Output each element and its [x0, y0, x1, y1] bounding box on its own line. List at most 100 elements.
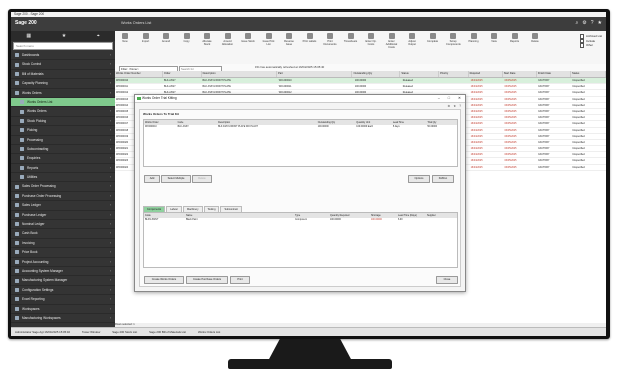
sidebar-item[interactable]: Excel Reporting ›	[11, 295, 115, 305]
gear-icon[interactable]: ⚙	[582, 20, 586, 26]
pin-icon[interactable]: ⌖	[97, 33, 100, 39]
sidebar-item[interactable]: Project Accounting ›	[11, 258, 115, 267]
settings-icon[interactable]: ⚙	[448, 104, 451, 108]
sidebar-item[interactable]: Configuration Settings ›	[11, 286, 115, 296]
grid-column-header[interactable]: Priority	[439, 71, 469, 77]
sidebar-item[interactable]: Works Orders ›	[11, 89, 115, 98]
ribbon-button-issue-stock[interactable]: Issue Stock	[241, 33, 255, 43]
ribbon-button-label: Enter Additional Costs	[385, 40, 398, 49]
ribbon-button-complete[interactable]: Complete	[426, 33, 440, 43]
sidebar-item[interactable]: Utilities ›	[11, 173, 115, 183]
sidebar-item[interactable]: Nominal Ledger ›	[11, 220, 115, 230]
close-icon[interactable]: ✕	[458, 95, 461, 102]
search-icon[interactable]: ⌕	[575, 20, 578, 26]
sidebar-item[interactable]: Invoicing ›	[11, 239, 115, 249]
sidebar-item[interactable]: Dashboards ›	[11, 51, 115, 61]
sidebar-item[interactable]: Sales Order Processing ›	[11, 182, 115, 192]
active-tab-label[interactable]: Works Orders List	[121, 21, 151, 25]
ribbon-button-timesheets[interactable]: Timesheets	[344, 33, 358, 43]
sidebar-item[interactable]: Stock Picking ›	[11, 117, 115, 127]
table-cell: Unspecified	[572, 109, 585, 113]
select-multiple-button[interactable]: Select Multiple	[161, 175, 191, 183]
sidebar-item[interactable]: Subcontracting ›	[11, 145, 115, 155]
grid-column-header[interactable]: Required	[469, 71, 503, 77]
sidebar-item[interactable]: Picking ›	[11, 126, 115, 136]
ribbon-button-print-documents[interactable]: Print Documents	[323, 33, 337, 46]
grid-column-header[interactable]: Start Date	[503, 71, 537, 77]
sidebar-item[interactable]: Manufacturing Workspaces ›	[11, 314, 115, 324]
grid-column-header[interactable]: Works Order Number	[115, 71, 163, 77]
ribbon-button-copy[interactable]: Copy	[180, 33, 194, 43]
ribbon-button-delete[interactable]: Delete	[528, 33, 542, 43]
ribbon-button-view[interactable]: View	[487, 33, 501, 43]
sidebar-item[interactable]: Workspaces ›	[11, 305, 115, 314]
sidebar-item[interactable]: Cash Book ›	[11, 229, 115, 239]
sidebar-item-label: Sales Order Processing	[22, 184, 56, 189]
star-icon[interactable]: ★	[453, 104, 456, 108]
taskbar-item[interactable]: Tower Window	[82, 328, 100, 336]
trial-kit-row[interactable]: WO000010 BLK-ASSY BLK ASSY-FRONT PLATE WO …	[144, 125, 457, 130]
minimize-icon[interactable]: –	[438, 95, 440, 102]
sidebar-item[interactable]: Sales Ledger ›	[11, 201, 115, 211]
component-row[interactable]: BLKN-PAINT Black Paint Component 100.00000 1…	[144, 218, 457, 223]
delete-button[interactable]: Delete	[192, 175, 212, 183]
grid-column-header[interactable]: Status	[571, 71, 606, 77]
sidebar-item[interactable]: Manufacturing System Manager ›	[11, 276, 115, 286]
close-button[interactable]: Close	[436, 276, 458, 284]
ribbon-button-import[interactable]: Import	[139, 33, 153, 43]
sidebar-item[interactable]: Purchase Ledger ›	[11, 211, 115, 221]
ribbon-checkbox[interactable]: Other	[580, 43, 602, 48]
ribbon-button-amend-allocation[interactable]: Amend Allocation	[221, 33, 235, 46]
grid-column-header[interactable]: Outstanding Qty	[352, 71, 401, 77]
sidebar-search-input[interactable]: Search menu	[13, 42, 113, 50]
ribbon-button-enter-additional-costs[interactable]: Enter Additional Costs	[385, 33, 399, 49]
sidebar-item[interactable]: Reports ›	[11, 164, 115, 174]
create-purchase-orders-button[interactable]: Create Purchase Orders	[186, 276, 228, 284]
create-works-orders-button[interactable]: Create Works Orders	[144, 276, 184, 284]
taskbar-item[interactable]: Sage 200 Bill of Materials List	[149, 328, 186, 336]
sidebar-item[interactable]: Accounting System Manager ›	[11, 267, 115, 277]
ribbon-button-reverse-issue[interactable]: Reverse Issue	[282, 33, 296, 46]
grid-column-header[interactable]: Description	[202, 71, 278, 77]
ribbon-button-scrap-components[interactable]: Scrap Components	[446, 33, 461, 46]
sidebar-item[interactable]: Works Orders List ›	[11, 97, 115, 108]
ribbon-button-label: Enter Op. Costs	[365, 40, 377, 46]
grid-column-header[interactable]: Finish Date	[537, 71, 571, 77]
help-icon[interactable]: ?	[459, 104, 461, 108]
ribbon-button-label: Issue Stock	[241, 40, 255, 43]
sidebar-item[interactable]: Works Orders ›	[11, 107, 115, 117]
grid-column-header[interactable]: Order	[163, 71, 202, 77]
ribbon-button-enter-op-costs[interactable]: Enter Op. Costs	[364, 33, 378, 46]
sidebar-item[interactable]: Purchase Order Processing ›	[11, 192, 115, 202]
grid-column-header[interactable]: Status	[400, 71, 440, 77]
ribbon-button-reports[interactable]: Reports	[508, 33, 522, 43]
print-button[interactable]: Print	[230, 276, 250, 284]
star-icon[interactable]: ★	[598, 20, 602, 26]
taskbar-item[interactable]: Sage 200 Stock List	[112, 328, 137, 336]
kit-run-button[interactable]: Kit/Run	[432, 175, 454, 183]
maximize-icon[interactable]: □	[448, 95, 450, 102]
ribbon-button-allocate-stock[interactable]: Allocate Stock	[200, 33, 214, 46]
ribbon-button-planning[interactable]: Planning	[467, 33, 481, 43]
taskbar-item[interactable]: Administrator Sage Agt 16/04/2025 15:05:…	[15, 328, 70, 336]
grid-column-header[interactable]: Part	[277, 71, 353, 77]
sidebar-item[interactable]: Processing ›	[11, 136, 115, 145]
grid-icon[interactable]: ▦	[26, 33, 31, 39]
sidebar-item[interactable]: Enquiries ›	[11, 154, 115, 164]
add-button[interactable]: Add	[144, 175, 160, 183]
table-cell: 03/05/2025	[504, 85, 517, 89]
ribbon-button-amend[interactable]: Amend	[159, 33, 173, 43]
sidebar-item[interactable]: Price Book ›	[11, 248, 115, 258]
options-button[interactable]: Options	[408, 175, 430, 183]
ribbon-button-adjust-output[interactable]: Adjust Output	[405, 33, 419, 46]
table-cell: 100.00000	[317, 126, 329, 128]
ribbon-button-new[interactable]: New	[118, 33, 132, 43]
ribbon-button-issue-pick-list[interactable]: Issue Pick List	[262, 33, 276, 46]
taskbar-item[interactable]: Works Orders List	[198, 328, 220, 336]
sidebar-item[interactable]: Bill of Materials ›	[11, 70, 115, 80]
help-icon[interactable]: ?	[591, 20, 594, 26]
sidebar-item[interactable]: Capacity Planning ›	[11, 79, 115, 89]
sidebar-item[interactable]: Stock Control ›	[11, 60, 115, 70]
star-icon[interactable]: ★	[62, 33, 66, 39]
ribbon-button-print-labels[interactable]: Print Labels	[303, 33, 317, 43]
